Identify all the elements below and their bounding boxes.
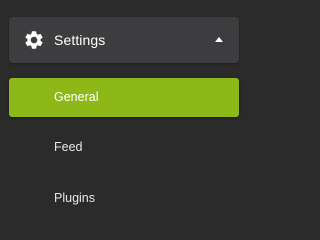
submenu-item-feed[interactable]: Feed [9,128,239,167]
submenu-item-label: General [54,90,99,104]
sidebar-menu: Settings General Feed Plugins [0,0,260,220]
settings-label: Settings [54,32,106,48]
settings-menu-toggle[interactable]: Settings [9,17,239,63]
submenu-item-plugins[interactable]: Plugins [9,179,239,218]
submenu-item-label: Plugins [54,191,95,205]
submenu-item-general[interactable]: General [9,78,239,117]
submenu-item-label: Feed [54,140,83,154]
gear-icon [25,31,43,49]
caret-up-icon[interactable] [215,37,223,42]
